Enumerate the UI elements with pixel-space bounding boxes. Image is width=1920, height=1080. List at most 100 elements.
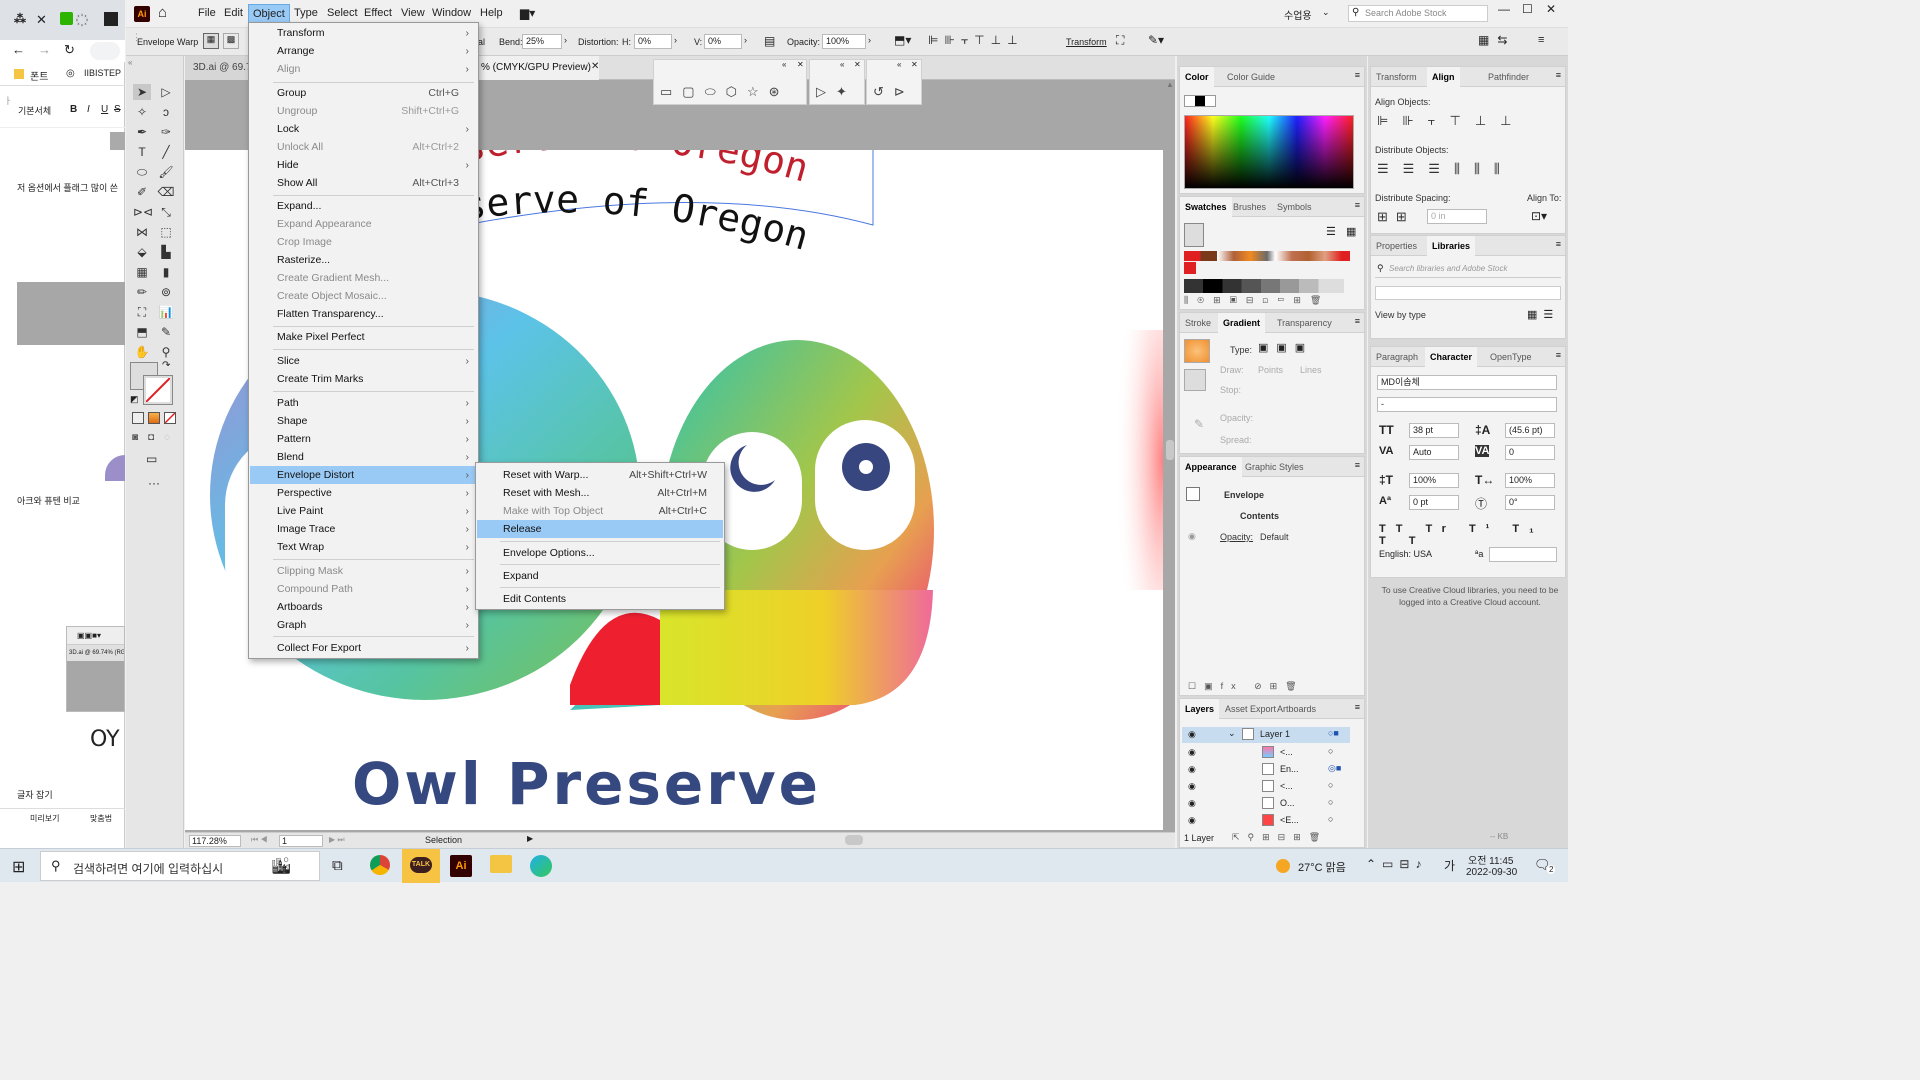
menu-path[interactable]: Path ›: [250, 394, 477, 412]
layer-row[interactable]: ◉ En... ◎■: [1182, 762, 1350, 778]
panel-options-icon[interactable]: ≡: [1538, 34, 1544, 46]
swap-fill-stroke-icon[interactable]: ↷: [162, 360, 170, 371]
eye-icon[interactable]: ◉: [1188, 798, 1196, 809]
menu-edit[interactable]: Edit: [224, 7, 243, 19]
tab-opentype[interactable]: OpenType: [1485, 347, 1537, 367]
gradient-points-radio[interactable]: Points: [1258, 365, 1283, 375]
target-icon[interactable]: ○■: [1328, 728, 1339, 738]
baseline-field[interactable]: 0 pt: [1409, 495, 1459, 510]
menu-transform[interactable]: Transform ›: [250, 24, 477, 42]
target-icon[interactable]: ◎■: [1328, 763, 1341, 774]
horizontal-scrollbar[interactable]: [845, 835, 863, 845]
pen-tool-icons[interactable]: ▷✦: [816, 84, 857, 100]
bold-button[interactable]: B: [70, 104, 77, 115]
magic-wand-tool-icon[interactable]: ✧: [133, 104, 151, 120]
library-view-icons[interactable]: ▦☰: [1527, 308, 1559, 321]
menu-create-trim-marks[interactable]: Create Trim Marks: [250, 370, 477, 388]
minimize-icon[interactable]: —: [1498, 2, 1510, 16]
menu-shape[interactable]: Shape ›: [250, 412, 477, 430]
chevron-down-icon[interactable]: ⌄: [1228, 728, 1236, 739]
collapse-toolbox-icon[interactable]: «: [128, 58, 132, 67]
tab-color-guide[interactable]: Color Guide: [1222, 67, 1280, 87]
menu-rasterize[interactable]: Rasterize...: [250, 251, 477, 269]
appearance-opacity-label[interactable]: Opacity:: [1220, 532, 1253, 542]
font-style-field[interactable]: -: [1377, 397, 1557, 412]
menu-group[interactable]: Group Ctrl+G: [250, 84, 477, 102]
symbol-sprayer-tool-icon[interactable]: ⛶: [133, 304, 151, 320]
bookmark-fonts[interactable]: 폰트: [30, 68, 48, 83]
tab-transform[interactable]: Transform: [1371, 67, 1422, 87]
menu-make-pixel-perfect[interactable]: Make Pixel Perfect: [250, 328, 477, 346]
align-to-dropdown[interactable]: ⊡▾: [1531, 209, 1547, 223]
layer-item-name[interactable]: <...: [1280, 781, 1293, 791]
gradient-tool-icon[interactable]: ▮: [157, 264, 175, 280]
scroll-up-icon[interactable]: ▲: [1166, 80, 1174, 89]
more-tools-icon[interactable]: ···: [148, 476, 160, 490]
tab-transparency[interactable]: Transparency: [1272, 313, 1337, 333]
tab-dark-icon[interactable]: [104, 12, 118, 26]
tracking-field[interactable]: 0: [1505, 445, 1555, 460]
tab-artboards[interactable]: Artboards: [1272, 699, 1321, 719]
tab-graphic-styles[interactable]: Graphic Styles: [1240, 457, 1309, 477]
layer-item-name[interactable]: En...: [1280, 764, 1299, 774]
arrange-docs-icon[interactable]: ▦⇆: [1478, 33, 1515, 47]
page-field[interactable]: 1: [279, 835, 323, 847]
paintbrush-tool-icon[interactable]: 🖌: [157, 164, 175, 180]
panel-menu-icon[interactable]: ≡: [1556, 239, 1561, 249]
workspace-user[interactable]: 수업용: [1284, 7, 1312, 22]
layer-row[interactable]: ◉ O... ○: [1182, 796, 1350, 812]
grid-view-icon[interactable]: ▦: [1346, 225, 1356, 238]
menu-reset-with-warp[interactable]: Reset with Warp... Alt+Shift+Ctrl+W: [477, 466, 723, 484]
leading-field[interactable]: (45.6 pt): [1505, 423, 1555, 438]
scale-tool-icon[interactable]: ⤡: [157, 204, 175, 220]
tab-color[interactable]: Color: [1180, 67, 1214, 87]
direct-selection-tool-icon[interactable]: ▷: [157, 84, 175, 100]
transform-link[interactable]: Transform: [1066, 37, 1107, 47]
lasso-tool-icon[interactable]: ↄ: [157, 104, 175, 120]
type-tool-icon[interactable]: T: [133, 144, 151, 160]
close-panel-icon[interactable]: ✕: [797, 60, 804, 69]
forward-icon[interactable]: →: [38, 42, 51, 57]
v-field[interactable]: 0%: [704, 34, 742, 49]
tab-paragraph[interactable]: Paragraph: [1371, 347, 1423, 367]
panel-menu-icon[interactable]: ≡: [1355, 316, 1360, 326]
menu-object-mosaic[interactable]: Create Object Mosaic...: [250, 287, 477, 305]
eye-icon[interactable]: ◉: [1188, 531, 1196, 542]
panel-menu-icon[interactable]: ≡: [1355, 200, 1360, 210]
kakaotalk-icon[interactable]: TALK: [402, 849, 440, 883]
font-select[interactable]: 기본서체: [18, 104, 51, 117]
curvature-tool-icon[interactable]: ✑: [157, 124, 175, 140]
task-view-icon[interactable]: ⧉: [332, 857, 343, 874]
search-highlight-icon[interactable]: 🏙: [271, 856, 291, 876]
illustrator-taskbar-icon[interactable]: Ai: [450, 855, 472, 877]
reload-icon[interactable]: ↻: [64, 42, 75, 58]
chrome-icon[interactable]: [370, 855, 390, 875]
menu-release[interactable]: Release: [477, 520, 723, 538]
menu-type[interactable]: Type: [294, 7, 318, 19]
menu-envelope-options[interactable]: Envelope Options...: [477, 544, 723, 562]
close-icon[interactable]: ✕: [1546, 2, 1556, 16]
collapse-panel-icon[interactable]: «: [782, 60, 786, 69]
menu-text-wrap[interactable]: Text Wrap ›: [250, 538, 477, 556]
swatch-row-1[interactable]: [1184, 251, 1350, 261]
menu-envelope-distort[interactable]: Envelope Distort ›: [250, 466, 477, 484]
menu-clipping-mask[interactable]: Clipping Mask ›: [250, 562, 477, 580]
menu-window[interactable]: Window: [432, 7, 471, 19]
close-tab-icon[interactable]: ✕: [36, 12, 47, 28]
bend-field[interactable]: 25%: [522, 34, 562, 49]
menu-expand-appearance[interactable]: Expand Appearance: [250, 215, 477, 233]
preview-button[interactable]: 미리보기: [30, 813, 59, 824]
first-page-icon[interactable]: ⏮ ◀: [251, 835, 268, 845]
home-icon[interactable]: ⌂: [158, 4, 167, 21]
blend-tool-icon[interactable]: ⊚: [157, 284, 175, 300]
draw-behind-icon[interactable]: ◘: [148, 432, 154, 443]
zoom-tool-icon[interactable]: ⚲: [157, 344, 175, 360]
ime-indicator[interactable]: 가: [1444, 857, 1455, 874]
color-mode-icon[interactable]: [132, 412, 144, 424]
view-by-type[interactable]: View by type: [1375, 310, 1426, 320]
layer-row[interactable]: ◉ <... ○: [1182, 745, 1350, 761]
horizontal-scale-field[interactable]: 100%: [1505, 473, 1555, 488]
tab-properties[interactable]: Properties: [1371, 236, 1422, 256]
align-menu-icon[interactable]: ⬒▾: [894, 33, 911, 47]
gradient-type-icons[interactable]: ▣▣▣: [1258, 341, 1313, 354]
